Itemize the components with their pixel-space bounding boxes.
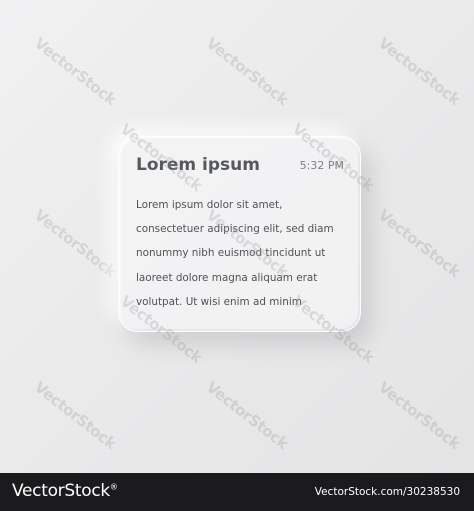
card-body-line: laoreet dolore magna aliquam erat bbox=[136, 271, 318, 284]
card-body-line: consectetuer adipiscing elit, sed diam bbox=[136, 223, 334, 236]
watermark: VectorStock bbox=[30, 206, 120, 281]
card-body-line: nonummy nibh euismod tincidunt ut bbox=[136, 247, 326, 260]
watermark: VectorStock bbox=[374, 34, 464, 109]
card-body-line: volutpat. Ut wisi enim ad minim bbox=[136, 295, 302, 308]
watermark: VectorStock bbox=[202, 34, 292, 109]
card-body: Lorem ipsum dolor sit amet, consectetuer… bbox=[136, 193, 351, 314]
watermark: VectorStock bbox=[374, 206, 464, 281]
watermark: VectorStock bbox=[202, 378, 292, 453]
footer-logo: VectorStock® bbox=[12, 481, 118, 501]
notification-card[interactable]: Lorem ipsum 5:32 PM Lorem ipsum dolor si… bbox=[118, 136, 361, 332]
card-timestamp: 5:32 PM bbox=[299, 159, 344, 172]
background-canvas: VectorStock VectorStock VectorStock Vect… bbox=[0, 0, 474, 473]
registered-mark: ® bbox=[109, 482, 118, 492]
watermark: VectorStock bbox=[30, 378, 120, 453]
card-body-line: Lorem ipsum dolor sit amet, bbox=[136, 199, 283, 211]
footer-url: VectorStock.com/30238530 bbox=[314, 486, 460, 498]
footer-bar: VectorStock® VectorStock.com/30238530 bbox=[0, 473, 474, 511]
watermark: VectorStock bbox=[30, 34, 120, 109]
card-title: Lorem ipsum bbox=[136, 155, 260, 175]
footer-logo-text: VectorStock bbox=[12, 481, 110, 501]
watermark: VectorStock bbox=[374, 378, 464, 453]
